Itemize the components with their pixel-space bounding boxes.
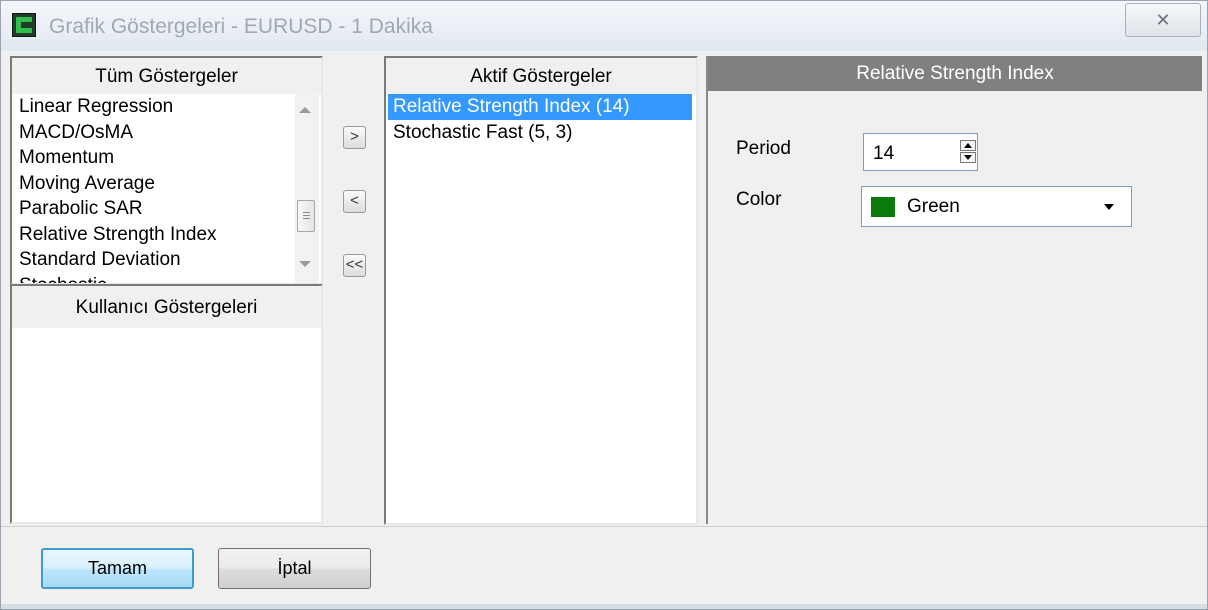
user-indicators-header: Kullanıcı Göstergeleri (12, 286, 321, 328)
list-item[interactable]: Linear Regression (12, 94, 294, 120)
scroll-down-icon[interactable] (299, 261, 311, 267)
color-value: Green (907, 196, 960, 217)
double-chevron-left-icon: << (345, 256, 364, 273)
add-indicator-button[interactable]: > (343, 126, 366, 149)
grip-line (303, 215, 310, 216)
user-indicators-panel: Kullanıcı Göstergeleri (10, 284, 323, 524)
list-item[interactable]: Stochastic Fast (5, 3) (386, 120, 696, 146)
user-indicators-list[interactable] (12, 328, 321, 518)
spin-buttons[interactable] (960, 140, 976, 164)
all-indicators-scrollbar[interactable] (295, 94, 319, 283)
ok-button[interactable]: Tamam (41, 548, 194, 589)
decrement-icon[interactable] (960, 152, 976, 163)
scroll-up-icon[interactable] (299, 107, 311, 113)
list-item-selected[interactable]: Relative Strength Index (14) (388, 94, 692, 120)
indicator-properties-panel: Relative Strength Index Period 14 Color … (706, 56, 1202, 524)
list-item[interactable]: MACD/OsMA (12, 120, 294, 146)
divider (1, 526, 1207, 527)
all-indicators-header: Tüm Göstergeler (12, 58, 321, 94)
list-item[interactable]: Moving Average (12, 171, 294, 197)
indicators-dialog: Grafik Göstergeleri - EURUSD - 1 Dakika … (0, 0, 1208, 610)
grip-line (303, 218, 310, 219)
increment-icon[interactable] (960, 140, 976, 151)
all-indicators-list[interactable]: Linear Regression MACD/OsMA Momentum Mov… (12, 94, 294, 283)
color-swatch (871, 197, 895, 217)
list-item[interactable]: Standard Deviation (12, 247, 294, 273)
properties-header: Relative Strength Index (708, 56, 1202, 91)
active-indicators-list[interactable]: Relative Strength Index (14) Stochastic … (386, 94, 696, 145)
color-select[interactable]: Green (861, 186, 1132, 227)
grip-line (303, 212, 310, 213)
chevron-right-icon: > (350, 128, 359, 145)
list-item[interactable]: Momentum (12, 145, 294, 171)
close-icon: ✕ (1155, 10, 1171, 30)
list-item[interactable]: Parabolic SAR (12, 196, 294, 222)
chevron-left-icon: < (350, 192, 359, 209)
dropdown-arrow-icon[interactable] (1104, 204, 1114, 210)
active-indicators-header: Aktif Göstergeler (386, 58, 696, 94)
remove-all-indicators-button[interactable]: << (343, 254, 366, 277)
window-bottom-edge (1, 604, 1207, 609)
period-stepper[interactable]: 14 (863, 133, 978, 171)
scroll-thumb[interactable] (297, 200, 315, 232)
all-indicators-panel: Tüm Göstergeler Linear Regression MACD/O… (10, 56, 323, 285)
window-title: Grafik Göstergeleri - EURUSD - 1 Dakika (49, 15, 433, 38)
close-button[interactable]: ✕ (1125, 3, 1201, 37)
cancel-button[interactable]: İptal (218, 548, 371, 589)
list-item[interactable]: Relative Strength Index (12, 222, 294, 248)
color-label: Color (736, 189, 782, 210)
title-bar[interactable]: Grafik Göstergeleri - EURUSD - 1 Dakika … (1, 1, 1207, 51)
remove-indicator-button[interactable]: < (343, 190, 366, 213)
period-value[interactable]: 14 (873, 143, 894, 165)
app-logo-icon (12, 13, 36, 37)
active-indicators-panel: Aktif Göstergeler Relative Strength Inde… (384, 56, 698, 525)
period-label: Period (736, 138, 791, 159)
